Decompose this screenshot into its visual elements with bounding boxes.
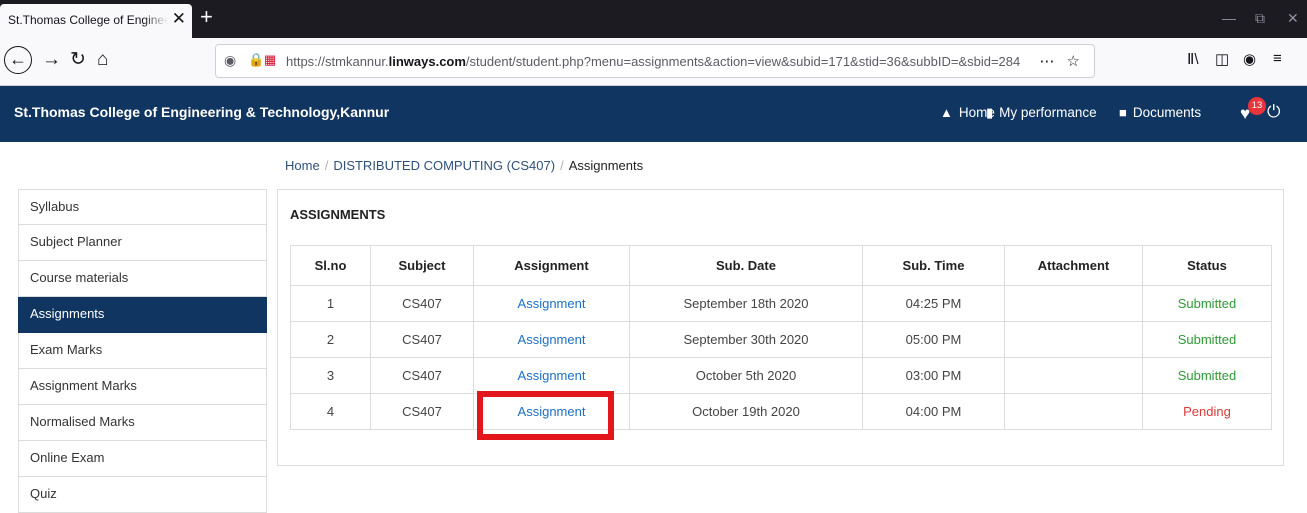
- cell-slno: 4: [290, 393, 371, 430]
- sidebar-item-subject-planner[interactable]: Subject Planner: [18, 225, 267, 261]
- url-text[interactable]: https://stmkannur.linways.com/student/st…: [286, 54, 1020, 69]
- column-header: Assignment: [473, 245, 630, 286]
- cell-slno: 2: [290, 321, 371, 358]
- sidebar-item-normalised-marks[interactable]: Normalised Marks: [18, 405, 267, 441]
- back-icon[interactable]: ←: [4, 46, 32, 74]
- account-icon[interactable]: ◉: [1243, 50, 1256, 68]
- shield-icon[interactable]: ◉: [224, 52, 236, 69]
- cell-subject: CS407: [370, 285, 474, 322]
- column-header: Status: [1142, 245, 1272, 286]
- minimize-icon[interactable]: —: [1222, 10, 1236, 26]
- forward-icon[interactable]: →: [42, 48, 61, 72]
- cell-attachment: [1004, 321, 1143, 358]
- close-tab-icon[interactable]: ✕: [172, 8, 186, 30]
- table-row: 4 CS407 Assignment October 19th 2020 04:…: [290, 393, 1272, 430]
- status-badge: Submitted: [1142, 285, 1272, 322]
- sidebar-item-quiz[interactable]: Quiz: [18, 477, 267, 513]
- home-icon[interactable]: ⌂: [97, 48, 108, 72]
- assignment-link[interactable]: Assignment: [473, 393, 630, 430]
- sidebar-item-assignments[interactable]: Assignments: [18, 297, 267, 333]
- column-header: Sub. Time: [862, 245, 1005, 286]
- reload-icon[interactable]: ↻: [70, 48, 86, 72]
- close-window-icon[interactable]: ✕: [1287, 10, 1299, 27]
- new-tab-icon[interactable]: +: [200, 6, 213, 28]
- breadcrumb-subject[interactable]: DISTRIBUTED COMPUTING (CS407): [333, 158, 555, 173]
- sidebar-item-assignment-marks[interactable]: Assignment Marks: [18, 369, 267, 405]
- column-header: Subject: [370, 245, 474, 286]
- column-header: Attachment: [1004, 245, 1143, 286]
- sidebar-item-exam-marks[interactable]: Exam Marks: [18, 333, 267, 369]
- tab-title: St.Thomas College of Engineering &: [8, 13, 168, 27]
- panel-title: ASSIGNMENTS: [290, 207, 386, 222]
- cell-date: September 30th 2020: [629, 321, 863, 358]
- extensions-icon[interactable]: ≡: [1273, 50, 1282, 67]
- power-icon[interactable]: ⏻: [1267, 102, 1280, 122]
- cell-slno: 3: [290, 357, 371, 394]
- assignment-link[interactable]: Assignment: [473, 357, 630, 394]
- sidebar-item-course-materials[interactable]: Course materials: [18, 261, 267, 297]
- document-icon: ■: [1119, 105, 1127, 120]
- cell-date: October 5th 2020: [629, 357, 863, 394]
- column-header: Sub. Date: [629, 245, 863, 286]
- column-header: Sl.no: [290, 245, 371, 286]
- cell-attachment: [1004, 285, 1143, 322]
- cell-time: 04:00 PM: [862, 393, 1005, 430]
- cell-date: September 18th 2020: [629, 285, 863, 322]
- nav-documents[interactable]: ■ Documents: [1119, 105, 1201, 120]
- nav-performance[interactable]: ▮ My performance: [986, 105, 1097, 121]
- sidebar-item-online-exam[interactable]: Online Exam: [18, 441, 267, 477]
- sidebar-icon[interactable]: ◫: [1215, 50, 1229, 68]
- sidebar: Syllabus Subject Planner Course material…: [18, 189, 267, 513]
- breadcrumb: Home / DISTRIBUTED COMPUTING (CS407) / Assig…: [285, 158, 643, 173]
- browser-tab-strip: St.Thomas College of Engineering & ✕ + —…: [0, 0, 1307, 38]
- breadcrumb-home[interactable]: Home: [285, 158, 320, 173]
- page-actions-icon[interactable]: ⋯ ☆: [1039, 52, 1084, 70]
- browser-navbar: ← → ↻ ⌂ ◉ 🔒 ▦ https://stmkannur.linways.…: [0, 38, 1307, 86]
- cell-time: 03:00 PM: [862, 357, 1005, 394]
- cell-attachment: [1004, 357, 1143, 394]
- nav-performance-label: My performance: [999, 105, 1097, 120]
- app-header: St.Thomas College of Engineering & Techn…: [0, 86, 1307, 142]
- breadcrumb-current: Assignments: [568, 158, 644, 173]
- status-badge: Submitted: [1142, 357, 1272, 394]
- cell-subject: CS407: [370, 393, 474, 430]
- permission-icon[interactable]: ▦: [264, 52, 276, 68]
- table-row: 3 CS407 Assignment October 5th 2020 03:0…: [290, 357, 1272, 394]
- table-row: 1 CS407 Assignment September 18th 2020 0…: [290, 285, 1272, 322]
- cell-slno: 1: [290, 285, 371, 322]
- status-badge: Submitted: [1142, 321, 1272, 358]
- cell-time: 05:00 PM: [862, 321, 1005, 358]
- sidebar-item-syllabus[interactable]: Syllabus: [18, 189, 267, 225]
- breadcrumb-separator: /: [560, 158, 564, 173]
- notification-badge: 13: [1248, 97, 1266, 115]
- table-row: 2 CS407 Assignment September 30th 2020 0…: [290, 321, 1272, 358]
- lock-icon[interactable]: 🔒: [248, 52, 264, 68]
- status-badge: Pending: [1142, 393, 1272, 430]
- cell-subject: CS407: [370, 321, 474, 358]
- cell-date: October 19th 2020: [629, 393, 863, 430]
- assignment-link[interactable]: Assignment: [473, 285, 630, 322]
- college-title: St.Thomas College of Engineering & Techn…: [14, 104, 390, 120]
- restore-icon[interactable]: ⧉: [1255, 10, 1265, 27]
- nav-documents-label: Documents: [1132, 105, 1202, 120]
- browser-tab[interactable]: St.Thomas College of Engineering & ✕: [0, 4, 192, 38]
- table-header-row: Sl.no Subject Assignment Sub. Date Sub. …: [290, 245, 1272, 286]
- cell-subject: CS407: [370, 357, 474, 394]
- breadcrumb-separator: /: [324, 158, 329, 173]
- assignments-panel: ASSIGNMENTS Sl.no Subject Assignment Sub…: [277, 189, 1284, 466]
- assignment-link[interactable]: Assignment: [473, 321, 630, 358]
- cell-time: 04:25 PM: [862, 285, 1005, 322]
- library-icon[interactable]: Ⅱ\: [1187, 50, 1199, 68]
- bar-chart-icon: ▮: [986, 105, 994, 120]
- assignments-table: Sl.no Subject Assignment Sub. Date Sub. …: [290, 245, 1272, 430]
- cell-attachment: [1004, 393, 1143, 430]
- url-bar[interactable]: ◉ 🔒 ▦ https://stmkannur.linways.com/stud…: [215, 44, 1095, 78]
- home-icon: ▲: [940, 105, 953, 120]
